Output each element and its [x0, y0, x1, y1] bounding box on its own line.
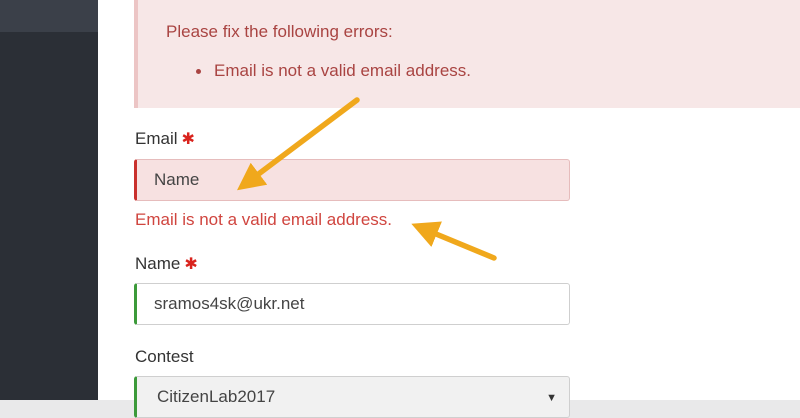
email-error-message: Email is not a valid email address.	[135, 210, 393, 229]
name-field[interactable]: sramos4sk@ukr.net	[134, 283, 570, 325]
required-asterisk-icon: ✱	[181, 131, 195, 148]
email-field[interactable]: Name	[134, 159, 570, 201]
contest-label: Contest	[135, 347, 194, 366]
name-label: Name ✱	[135, 254, 198, 274]
sidebar	[0, 0, 98, 400]
chevron-down-icon: ▼	[546, 392, 557, 404]
alert-title: Please fix the following errors:	[166, 22, 393, 41]
alert-list-item: Email is not a valid email address.	[196, 61, 471, 81]
contest-select[interactable]: CitizenLab2017 ▼	[134, 376, 570, 418]
email-label: Email ✱	[135, 129, 195, 149]
required-asterisk-icon: ✱	[184, 256, 198, 273]
error-summary-alert: Please fix the following errors: Email i…	[134, 0, 800, 108]
email-label-text: Email	[135, 129, 178, 148]
alert-list: Email is not a valid email address.	[196, 61, 471, 81]
main-content: Please fix the following errors: Email i…	[98, 0, 800, 418]
contest-selected-value: CitizenLab2017	[157, 387, 276, 406]
name-label-text: Name	[135, 254, 181, 273]
sidebar-header	[0, 0, 98, 32]
